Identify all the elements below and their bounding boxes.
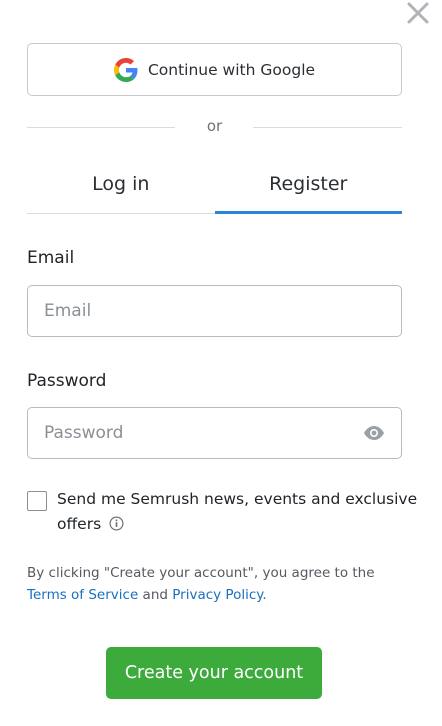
- terms-prefix: By clicking "Create your account", you a…: [27, 565, 375, 581]
- privacy-policy-link[interactable]: Privacy Policy: [172, 587, 262, 603]
- continue-with-google-button[interactable]: Continue with Google: [27, 43, 402, 96]
- terms-of-service-link[interactable]: Terms of Service: [27, 587, 138, 603]
- email-input[interactable]: [44, 286, 385, 336]
- show-password-eye-icon[interactable]: [363, 425, 385, 441]
- password-label: Password: [27, 371, 107, 391]
- password-input[interactable]: [44, 408, 363, 458]
- info-icon[interactable]: [109, 516, 124, 531]
- or-divider: or: [27, 117, 402, 137]
- create-account-button[interactable]: Create your account: [106, 647, 322, 699]
- google-icon: [113, 57, 138, 82]
- auth-tabs: Log in Register: [27, 165, 402, 214]
- tab-register[interactable]: Register: [214, 165, 403, 214]
- newsletter-text: Send me Semrush news, events and exclusi…: [57, 487, 422, 537]
- email-field-box: [27, 285, 402, 337]
- email-label: Email: [27, 248, 75, 268]
- password-field-box: [27, 407, 402, 459]
- tab-log-in[interactable]: Log in: [27, 165, 215, 213]
- newsletter-row: Send me Semrush news, events and exclusi…: [27, 487, 422, 537]
- divider-line-right: [253, 127, 402, 128]
- newsletter-checkbox[interactable]: [27, 491, 47, 511]
- google-button-label: Continue with Google: [147, 60, 316, 79]
- close-button[interactable]: [404, 0, 432, 26]
- divider-text: or: [206, 117, 223, 135]
- close-icon: [407, 2, 429, 24]
- register-dialog: Continue with Google or Log in Register …: [0, 0, 442, 726]
- terms-notice: By clicking "Create your account", you a…: [27, 562, 407, 606]
- terms-and: and: [142, 587, 168, 603]
- terms-suffix: .: [262, 587, 267, 603]
